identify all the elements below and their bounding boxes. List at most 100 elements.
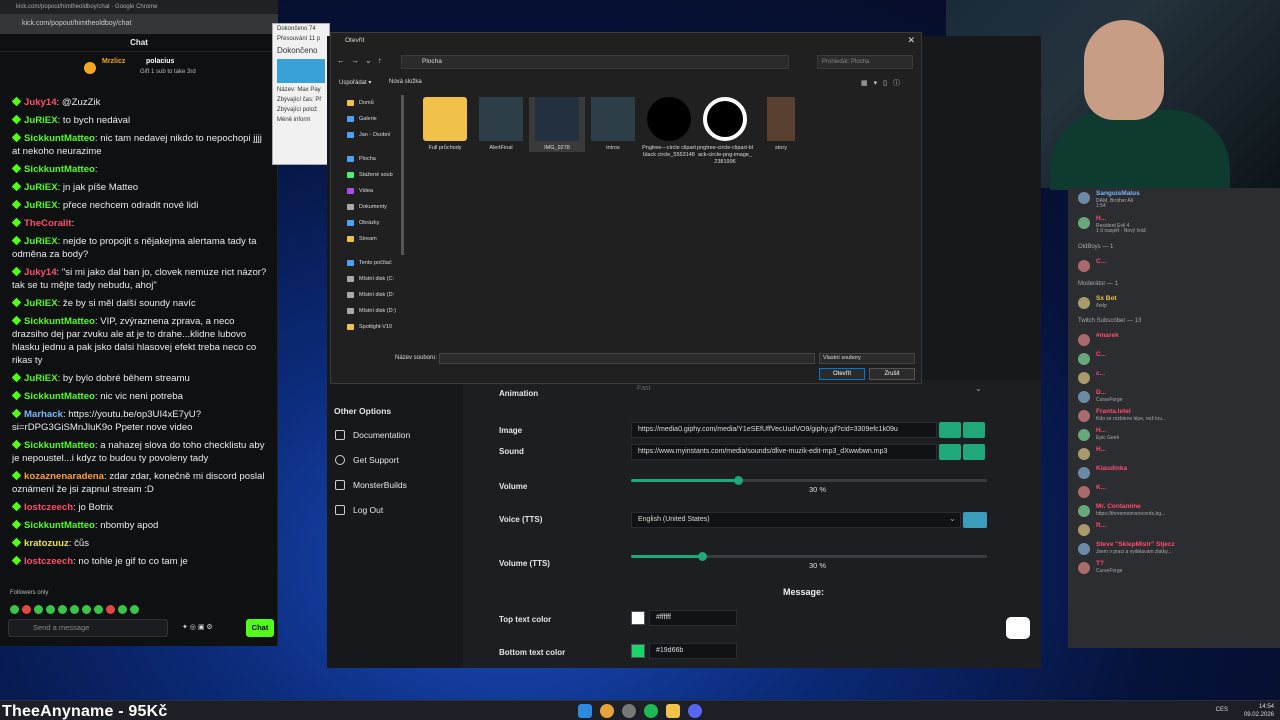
chat-username[interactable]: JuRiEX — [24, 182, 58, 193]
discord-member[interactable]: SanguisMalus DAM, Brother Ali — [1078, 190, 1278, 206]
filename-input[interactable] — [439, 353, 815, 364]
file-item[interactable]: Pngtree---circle clipart black circle_55… — [641, 97, 697, 159]
tree-item[interactable]: Místní disk (C: — [333, 271, 403, 287]
cancel-button[interactable]: Zrušit — [869, 368, 915, 380]
dialog-search-input[interactable]: Prohledat: Plocha — [817, 55, 913, 69]
bottom-text-color-input[interactable]: #19d66b — [649, 643, 737, 659]
chat-url-bar[interactable]: kick.com/popout/himtheoldboy/chat — [0, 14, 278, 34]
sidebar-item-get-support[interactable]: Get Support — [335, 455, 399, 465]
filetype-select[interactable]: Vlastní soubory — [819, 353, 915, 364]
organize-menu[interactable]: Uspořádat ▾ — [339, 79, 371, 86]
tree-item[interactable]: Tento počítač — [333, 255, 403, 271]
file-item[interactable]: AlertFinal — [473, 97, 529, 152]
chat-username[interactable]: Marhack — [24, 409, 63, 420]
discord-member[interactable]: R... — [1078, 522, 1278, 538]
shield-icon[interactable] — [1006, 617, 1030, 639]
chrome-icon[interactable] — [600, 704, 614, 718]
chat-username[interactable]: JuRiEX — [24, 236, 58, 247]
animation-select[interactable]: Fast — [631, 382, 987, 398]
chat-username[interactable]: Juky14 — [24, 267, 57, 278]
clock[interactable]: 14:54 09.02.2026 — [1244, 703, 1274, 719]
tree-item[interactable]: Plocha — [333, 151, 403, 167]
image-library-button[interactable] — [963, 422, 985, 438]
chat-username[interactable]: lostczeech — [24, 556, 73, 567]
dialog-address-bar[interactable]: Plocha — [401, 55, 789, 69]
voice-tts-select[interactable]: English (United States) — [631, 512, 961, 528]
image-url-input[interactable]: https://media0.giphy.com/media/Y1eSEfUff… — [631, 422, 937, 438]
chat-username[interactable]: JuRiEX — [24, 373, 58, 384]
discord-member[interactable]: Franta.letel Kdo se rozbiene lépe, než kr… — [1078, 408, 1278, 424]
chat-username[interactable]: SickkuntMatteo — [24, 316, 95, 327]
chat-tool-icons[interactable]: ✦ ◎ ▣ ⚙ — [182, 623, 238, 633]
emote-quickbar[interactable] — [10, 601, 150, 614]
discord-member[interactable]: Mr. Contamine https://threemoonsrecords.b… — [1078, 503, 1278, 519]
discord-member[interactable]: C... — [1078, 351, 1278, 367]
file-item[interactable]: Full průchody — [417, 97, 473, 152]
tree-item[interactable]: Stažené soub — [333, 167, 403, 183]
file-item[interactable]: intros — [585, 97, 641, 152]
chat-send-button[interactable]: Chat — [246, 619, 274, 637]
tree-scrollbar[interactable] — [401, 95, 404, 255]
chat-username[interactable]: kratozuuz — [24, 538, 69, 549]
file-item[interactable]: pngtree-circle-clipart-black-circle-png-… — [697, 97, 753, 166]
sidebar-item-documentation[interactable]: Documentation — [335, 430, 410, 440]
tree-item[interactable]: Jan - Osobní — [333, 127, 403, 143]
tree-item[interactable]: Dokumenty — [333, 199, 403, 215]
chat-username[interactable]: TheCoralit — [24, 218, 71, 229]
tree-item[interactable]: Galerie — [333, 111, 403, 127]
discord-member[interactable]: H... Epic Geek — [1078, 427, 1278, 443]
discord-member[interactable]: C... — [1078, 258, 1278, 274]
chat-username[interactable]: SickkuntMatteo — [24, 164, 95, 175]
tree-item[interactable]: Videa — [333, 183, 403, 199]
bottom-text-color-swatch[interactable] — [631, 644, 645, 658]
volume-slider[interactable] — [631, 476, 987, 485]
file-item[interactable]: story — [753, 97, 809, 152]
discord-member[interactable]: D... CurseForge — [1078, 389, 1278, 405]
open-button[interactable]: Otevřít — [819, 368, 865, 380]
discord-member[interactable]: Klaudinka — [1078, 465, 1278, 481]
dialog-nav-buttons[interactable]: ←→⌄↑ — [337, 56, 388, 65]
file-item[interactable]: IMG_9278 — [529, 97, 585, 152]
discord-member[interactable]: c... — [1078, 370, 1278, 386]
tree-item[interactable]: Stream — [333, 231, 403, 247]
sidebar-item-log-out[interactable]: Log Out — [335, 505, 383, 515]
discord-member[interactable]: #marek — [1078, 332, 1278, 348]
tree-item[interactable]: Místní disk (D: — [333, 287, 403, 303]
chat-username[interactable]: lostczeech — [24, 502, 73, 513]
discord-member[interactable]: Sx Bot/help — [1078, 295, 1278, 311]
chat-username[interactable]: JuRiEX — [24, 115, 58, 126]
start-icon[interactable] — [578, 704, 592, 718]
spotify-icon[interactable] — [644, 704, 658, 718]
volume-slider-knob[interactable] — [733, 476, 743, 485]
new-folder-button[interactable]: Nová složka — [389, 79, 422, 85]
chat-input[interactable]: Send a message — [8, 619, 168, 637]
sound-url-input[interactable]: https://www.myinstants.com/media/sounds/… — [631, 444, 937, 460]
image-upload-button[interactable] — [939, 422, 961, 438]
chat-username[interactable]: kozaznenaradena — [24, 471, 104, 482]
discord-member[interactable]: T? CurseForge — [1078, 560, 1278, 576]
top-text-color-input[interactable]: #ffffff — [649, 610, 737, 626]
discord-icon[interactable] — [688, 704, 702, 718]
chat-username[interactable]: JuRiEX — [24, 298, 58, 309]
language-indicator[interactable]: CES — [1216, 707, 1228, 713]
discord-member[interactable]: Steve "SklepMistr" Stjecz Jsem v praci a … — [1078, 541, 1278, 557]
sidebar-item-monsterbuilds[interactable]: MonsterBuilds — [335, 480, 407, 490]
discord-member[interactable]: H... — [1078, 446, 1278, 462]
chat-username[interactable]: SickkuntMatteo — [24, 133, 95, 144]
chat-username[interactable]: SickkuntMatteo — [24, 520, 95, 531]
sound-upload-button[interactable] — [939, 444, 961, 460]
top-text-color-swatch[interactable] — [631, 611, 645, 625]
copy-less-info-link[interactable]: Méně inform — [273, 115, 329, 125]
explorer-icon[interactable] — [666, 704, 680, 718]
settings-icon[interactable] — [622, 704, 636, 718]
tts-play-button[interactable] — [963, 512, 987, 528]
volume-tts-slider-knob[interactable] — [698, 552, 708, 561]
tree-item[interactable]: Místní disk (D:) — [333, 303, 403, 319]
volume-tts-slider[interactable] — [631, 552, 987, 561]
sound-library-button[interactable] — [963, 444, 985, 460]
tree-item[interactable]: Domů — [333, 95, 403, 111]
chat-username[interactable]: SickkuntMatteo — [24, 440, 95, 451]
view-options[interactable]: ▦▾▯ⓘ — [861, 78, 906, 88]
tree-item[interactable]: Spotlight-V10 — [333, 319, 403, 335]
discord-member[interactable]: K... — [1078, 484, 1278, 500]
